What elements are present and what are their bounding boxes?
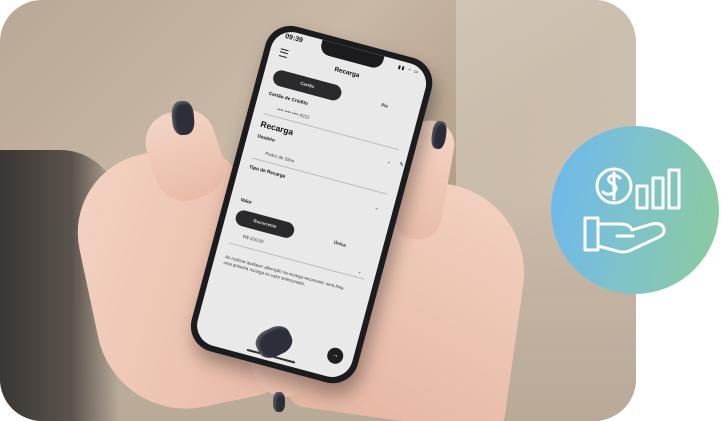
status-icons: ▮▮ ◔ ▭	[397, 64, 421, 76]
money-growth-hand-icon	[583, 167, 681, 254]
section-title-recarga: Recarga	[259, 118, 295, 138]
finance-badge	[551, 126, 719, 294]
value-amount[interactable]: R$ 100,00	[242, 234, 264, 244]
user-label: Usuário	[256, 134, 276, 144]
chevron-down-icon[interactable]: ⌄	[386, 159, 392, 166]
card-label: Cartão de Crédito	[268, 91, 309, 108]
recharge-type-label: Tipo de Recarga	[248, 165, 286, 180]
recurring-note: Ao realizar qualquer alteração na recarg…	[223, 254, 345, 291]
edit-pencil-icon[interactable]: ✎	[398, 161, 405, 169]
chevron-down-icon[interactable]: ⌄	[374, 205, 380, 212]
tab-unica[interactable]: Única	[311, 229, 368, 259]
tab-pix[interactable]: Pix	[358, 92, 410, 120]
fingernail	[273, 392, 285, 412]
recharge-type-toggle: Recorrente Única	[233, 208, 373, 261]
fingernail	[170, 100, 196, 136]
background-photo: 09:39 ▮▮ ◔ ▭ Recarga Cartão Pix Cartão d…	[0, 0, 636, 421]
next-button[interactable]: →	[325, 346, 346, 366]
chevron-down-icon[interactable]: ⌄	[357, 269, 363, 276]
status-time: 09:39	[284, 33, 304, 45]
value-label: Valor	[239, 198, 253, 206]
arrow-right-icon: →	[331, 351, 340, 360]
